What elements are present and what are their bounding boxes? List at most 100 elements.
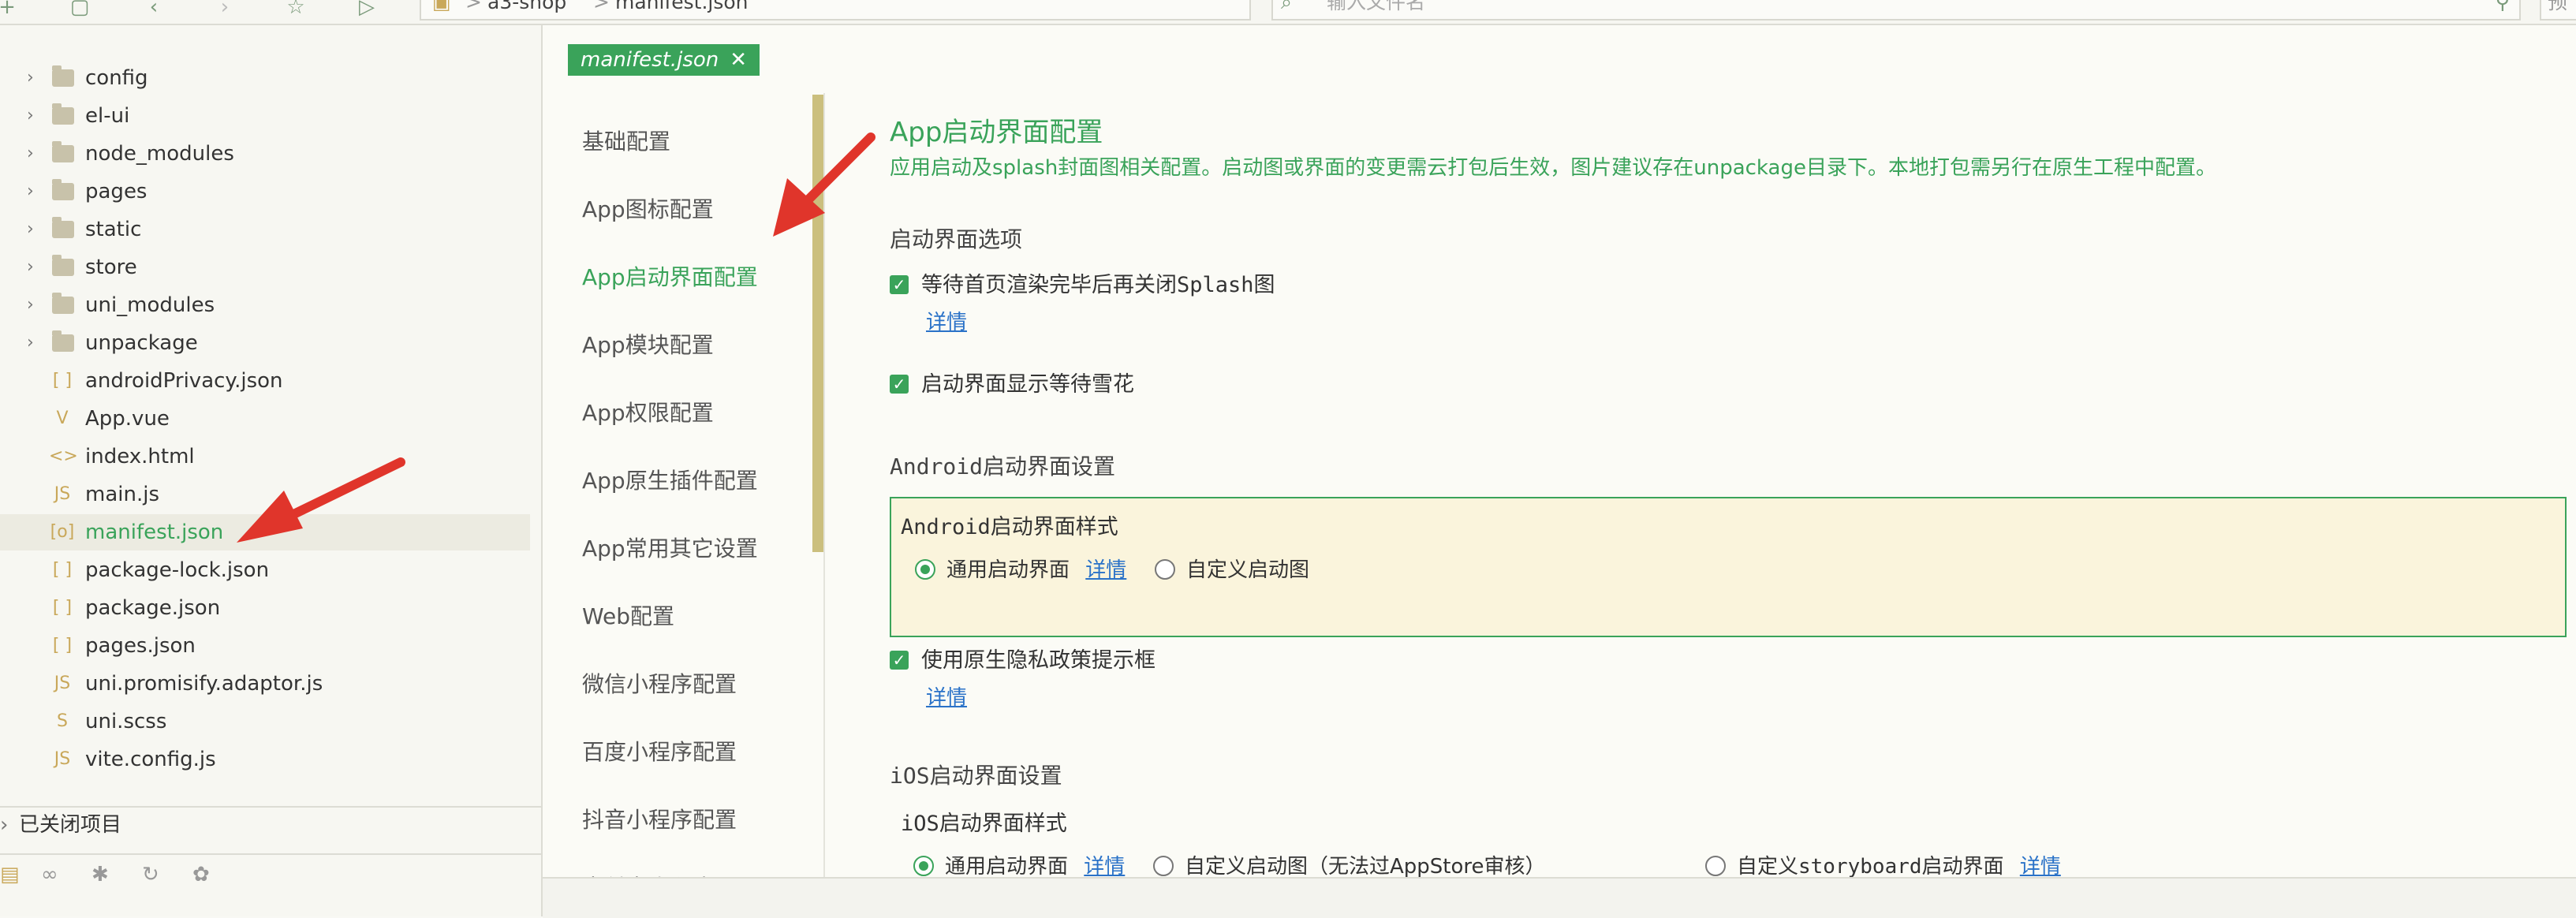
tree-item-pages-json[interactable]: [ ] pages.json xyxy=(0,628,530,664)
tree-item-config[interactable]: › config xyxy=(0,60,530,96)
status-bar xyxy=(543,877,2576,918)
js-file-icon: JS xyxy=(54,674,71,693)
wait-render-checkbox[interactable]: ✓ xyxy=(890,274,909,294)
chevron-right-icon[interactable]: › xyxy=(27,211,43,248)
wait-render-checkbox-row[interactable]: ✓ 等待首页渲染完毕后再关闭Splash图 xyxy=(890,273,1275,298)
ios-general-detail-link[interactable]: 详情 xyxy=(1084,855,1125,879)
tree-item-app-vue[interactable]: V App.vue xyxy=(0,401,530,437)
breadcrumb-project[interactable]: a3-shop xyxy=(487,0,566,14)
android-general-detail-link[interactable]: 详情 xyxy=(1085,558,1126,582)
tree-item-label: pages.json xyxy=(85,634,196,658)
tree-item-label: config xyxy=(85,66,148,90)
nav-item-7[interactable]: Web配置 xyxy=(582,599,674,631)
preview-button[interactable]: 预 xyxy=(2540,0,2576,21)
nav-item-6[interactable]: App常用其它设置 xyxy=(582,532,758,563)
tree-item-package-json[interactable]: [ ] package.json xyxy=(0,590,530,626)
android-radio-custom[interactable] xyxy=(1155,558,1175,580)
chevron-right-icon[interactable]: › xyxy=(27,98,43,134)
tab-label: manifest.json xyxy=(581,48,719,72)
nav-item-10[interactable]: 抖音小程序配置 xyxy=(582,803,737,834)
json-file-icon: [ ] xyxy=(52,598,73,618)
tab-manifest-json[interactable]: manifest.json ✕ xyxy=(568,44,760,76)
refresh-icon[interactable]: ↻ xyxy=(142,863,159,886)
ios-settings-title: iOS启动界面设置 xyxy=(890,763,1062,789)
ios-radio-custom[interactable] xyxy=(1153,855,1174,876)
folder-icon xyxy=(52,141,74,162)
nav-item-3[interactable]: App模块配置 xyxy=(582,328,714,360)
ios-storyboard-detail-link[interactable]: 详情 xyxy=(2020,855,2061,879)
tree-item-androidprivacy-json[interactable]: [ ] androidPrivacy.json xyxy=(0,363,530,399)
binoculars-icon[interactable]: ∞ xyxy=(41,863,58,886)
list-icon[interactable]: ▤ xyxy=(0,863,20,886)
ios-radio-general[interactable] xyxy=(913,855,934,876)
chevron-right-icon[interactable]: › xyxy=(27,60,43,96)
close-icon[interactable]: ✕ xyxy=(730,48,747,72)
tree-item-static[interactable]: › static xyxy=(0,211,530,248)
nav-item-4[interactable]: App权限配置 xyxy=(582,396,714,427)
tree-item-label: index.html xyxy=(85,445,195,468)
tree-item-main-js[interactable]: JS main.js xyxy=(0,476,530,513)
tree-item-el-ui[interactable]: › el-ui xyxy=(0,98,530,134)
palette-icon[interactable]: ✿ xyxy=(192,863,210,886)
nav-item-2[interactable]: App启动界面配置 xyxy=(582,260,758,292)
chevron-right-icon[interactable]: › xyxy=(27,325,43,361)
tree-item-uni-modules[interactable]: › uni_modules xyxy=(0,287,530,323)
show-snow-checkbox[interactable]: ✓ xyxy=(890,374,909,394)
ios-radio-storyboard[interactable] xyxy=(1705,855,1726,876)
ios-radio-custom-row[interactable]: 自定义启动图（无法过AppStore审核） xyxy=(1153,850,1546,879)
nav-divider xyxy=(823,93,825,882)
save-icon[interactable]: ▢ xyxy=(68,0,91,19)
nav-scrollbar[interactable] xyxy=(812,95,823,552)
project-file-tree: › config › el-ui › node_modules › pages › static ›… xyxy=(0,25,543,916)
tree-item-pages[interactable]: › pages xyxy=(0,174,530,210)
nav-item-8[interactable]: 微信小程序配置 xyxy=(582,667,737,699)
nav-item-0[interactable]: 基础配置 xyxy=(582,125,670,156)
new-file-icon[interactable]: + xyxy=(0,0,19,19)
chevron-right-icon[interactable]: › xyxy=(27,174,43,210)
nav-item-9[interactable]: 百度小程序配置 xyxy=(582,735,737,767)
android-radio-general-row[interactable]: 通用启动界面 详情 xyxy=(915,554,1126,583)
tree-item-manifest-json[interactable]: [o] manifest.json xyxy=(0,514,530,550)
tree-item-uni-promisify-adaptor-js[interactable]: JS uni.promisify.adaptor.js xyxy=(0,666,530,702)
tree-item-vite-config-js[interactable]: JS vite.config.js xyxy=(0,741,530,778)
chevron-right-icon[interactable]: › xyxy=(27,287,43,323)
filter-icon[interactable]: ⚲ xyxy=(2496,0,2510,14)
privacy-label: 使用原生隐私政策提示框 xyxy=(921,648,1155,673)
bug-icon[interactable]: ✱ xyxy=(91,863,109,886)
file-search-input[interactable]: ⌕ 输入文件名 ⚲ xyxy=(1271,0,2521,21)
tree-item-node-modules[interactable]: › node_modules xyxy=(0,136,530,172)
tree-item-label: el-ui xyxy=(85,104,130,128)
star-icon[interactable]: ☆ xyxy=(284,0,308,19)
sidebar-bottom-toolbar: ▤ ∞ ✱ ↻ ✿ xyxy=(0,853,541,902)
android-radio-general-label: 通用启动界面 xyxy=(946,558,1070,582)
show-snow-checkbox-row[interactable]: ✓ 启动界面显示等待雪花 xyxy=(890,372,1134,397)
tree-item-label: App.vue xyxy=(85,407,170,431)
ios-radio-general-row[interactable]: 通用启动界面 详情 xyxy=(913,850,1125,879)
android-radio-custom-label: 自定义启动图 xyxy=(1186,558,1310,582)
tree-item-label: package-lock.json xyxy=(85,558,270,582)
vue-file-icon: V xyxy=(56,409,69,428)
privacy-checkbox[interactable]: ✓ xyxy=(890,650,909,670)
breadcrumb-file[interactable]: manifest.json xyxy=(615,0,749,14)
tree-item-uni-scss[interactable]: Suni.scss xyxy=(0,703,530,740)
forward-icon[interactable]: › xyxy=(213,0,237,19)
android-radio-custom-row[interactable]: 自定义启动图 xyxy=(1155,554,1309,583)
privacy-checkbox-row[interactable]: ✓ 使用原生隐私政策提示框 xyxy=(890,648,1155,674)
tree-item-package-lock-json[interactable]: [ ] package-lock.json xyxy=(0,552,530,588)
ios-radio-storyboard-row[interactable]: 自定义storyboard启动界面 详情 xyxy=(1705,850,2061,879)
section-description: 应用启动及splash封面图相关配置。启动图或界面的变更需云打包后生效，图片建议… xyxy=(890,156,2216,180)
tree-item-label: main.js xyxy=(85,483,159,506)
privacy-detail-link[interactable]: 详情 xyxy=(926,681,967,711)
back-icon[interactable]: ‹ xyxy=(142,0,166,19)
nav-item-5[interactable]: App原生插件配置 xyxy=(582,464,758,495)
chevron-right-icon[interactable]: › xyxy=(27,136,43,172)
tree-item-index-html[interactable]: <> index.html xyxy=(0,438,530,475)
tree-item-store[interactable]: › store xyxy=(0,249,530,285)
android-radio-general[interactable] xyxy=(915,558,935,580)
nav-item-1[interactable]: App图标配置 xyxy=(582,192,714,224)
run-icon[interactable]: ▷ xyxy=(355,0,379,19)
chevron-right-icon[interactable]: › xyxy=(27,249,43,285)
wait-render-detail-link[interactable]: 详情 xyxy=(926,306,967,335)
closed-projects-section[interactable]: › 已关闭项目 xyxy=(0,806,541,842)
tree-item-unpackage[interactable]: › unpackage xyxy=(0,325,530,361)
